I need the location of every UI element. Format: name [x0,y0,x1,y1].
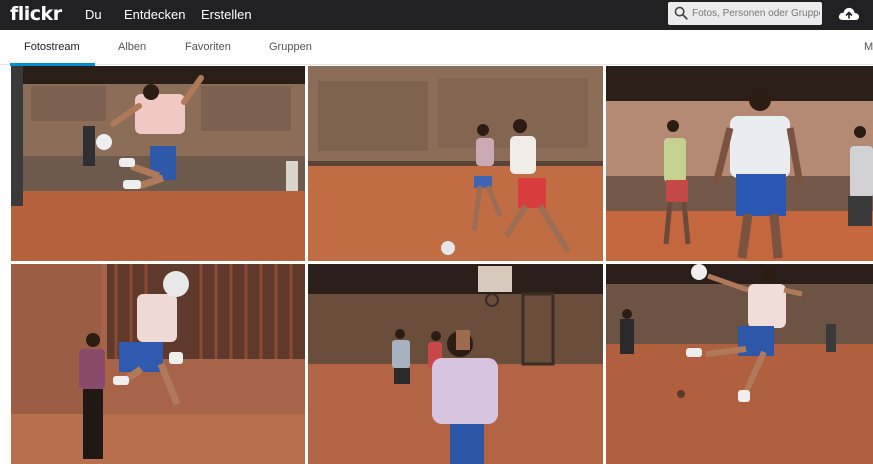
photostream-grid [0,66,873,464]
photo-tile[interactable] [11,264,305,464]
photo-standing-players [606,66,873,261]
cloud-upload-icon[interactable] [837,3,861,23]
nav-erstellen[interactable]: Erstellen [201,7,252,22]
top-bar: flickr Du Entdecken Erstellen [0,0,873,30]
profile-subnav: Fotostream Alben Favoriten Gruppen M [0,30,873,66]
photo-tile[interactable] [606,66,873,261]
photo-gate-jump [11,264,305,464]
tab-alben[interactable]: Alben [118,41,146,53]
flickr-logo[interactable]: flickr [10,3,62,25]
photo-lavender-shirt [308,264,603,464]
photo-jump-kick [11,66,305,261]
photo-tile[interactable] [308,264,603,464]
tab-favoriten[interactable]: Favoriten [185,41,231,53]
photo-two-players [308,66,603,261]
photo-tile[interactable] [308,66,603,261]
photo-header-jump [606,264,873,464]
tab-fotostream[interactable]: Fotostream [24,41,80,53]
nav-du[interactable]: Du [85,7,102,22]
nav-entdecken[interactable]: Entdecken [124,7,185,22]
search-box[interactable] [668,2,822,25]
photo-tile[interactable] [11,66,305,261]
search-input[interactable] [692,2,820,25]
search-icon[interactable] [674,6,688,20]
photo-tile[interactable] [606,264,873,464]
tab-more[interactable]: M [864,41,873,53]
tab-gruppen[interactable]: Gruppen [269,41,312,53]
